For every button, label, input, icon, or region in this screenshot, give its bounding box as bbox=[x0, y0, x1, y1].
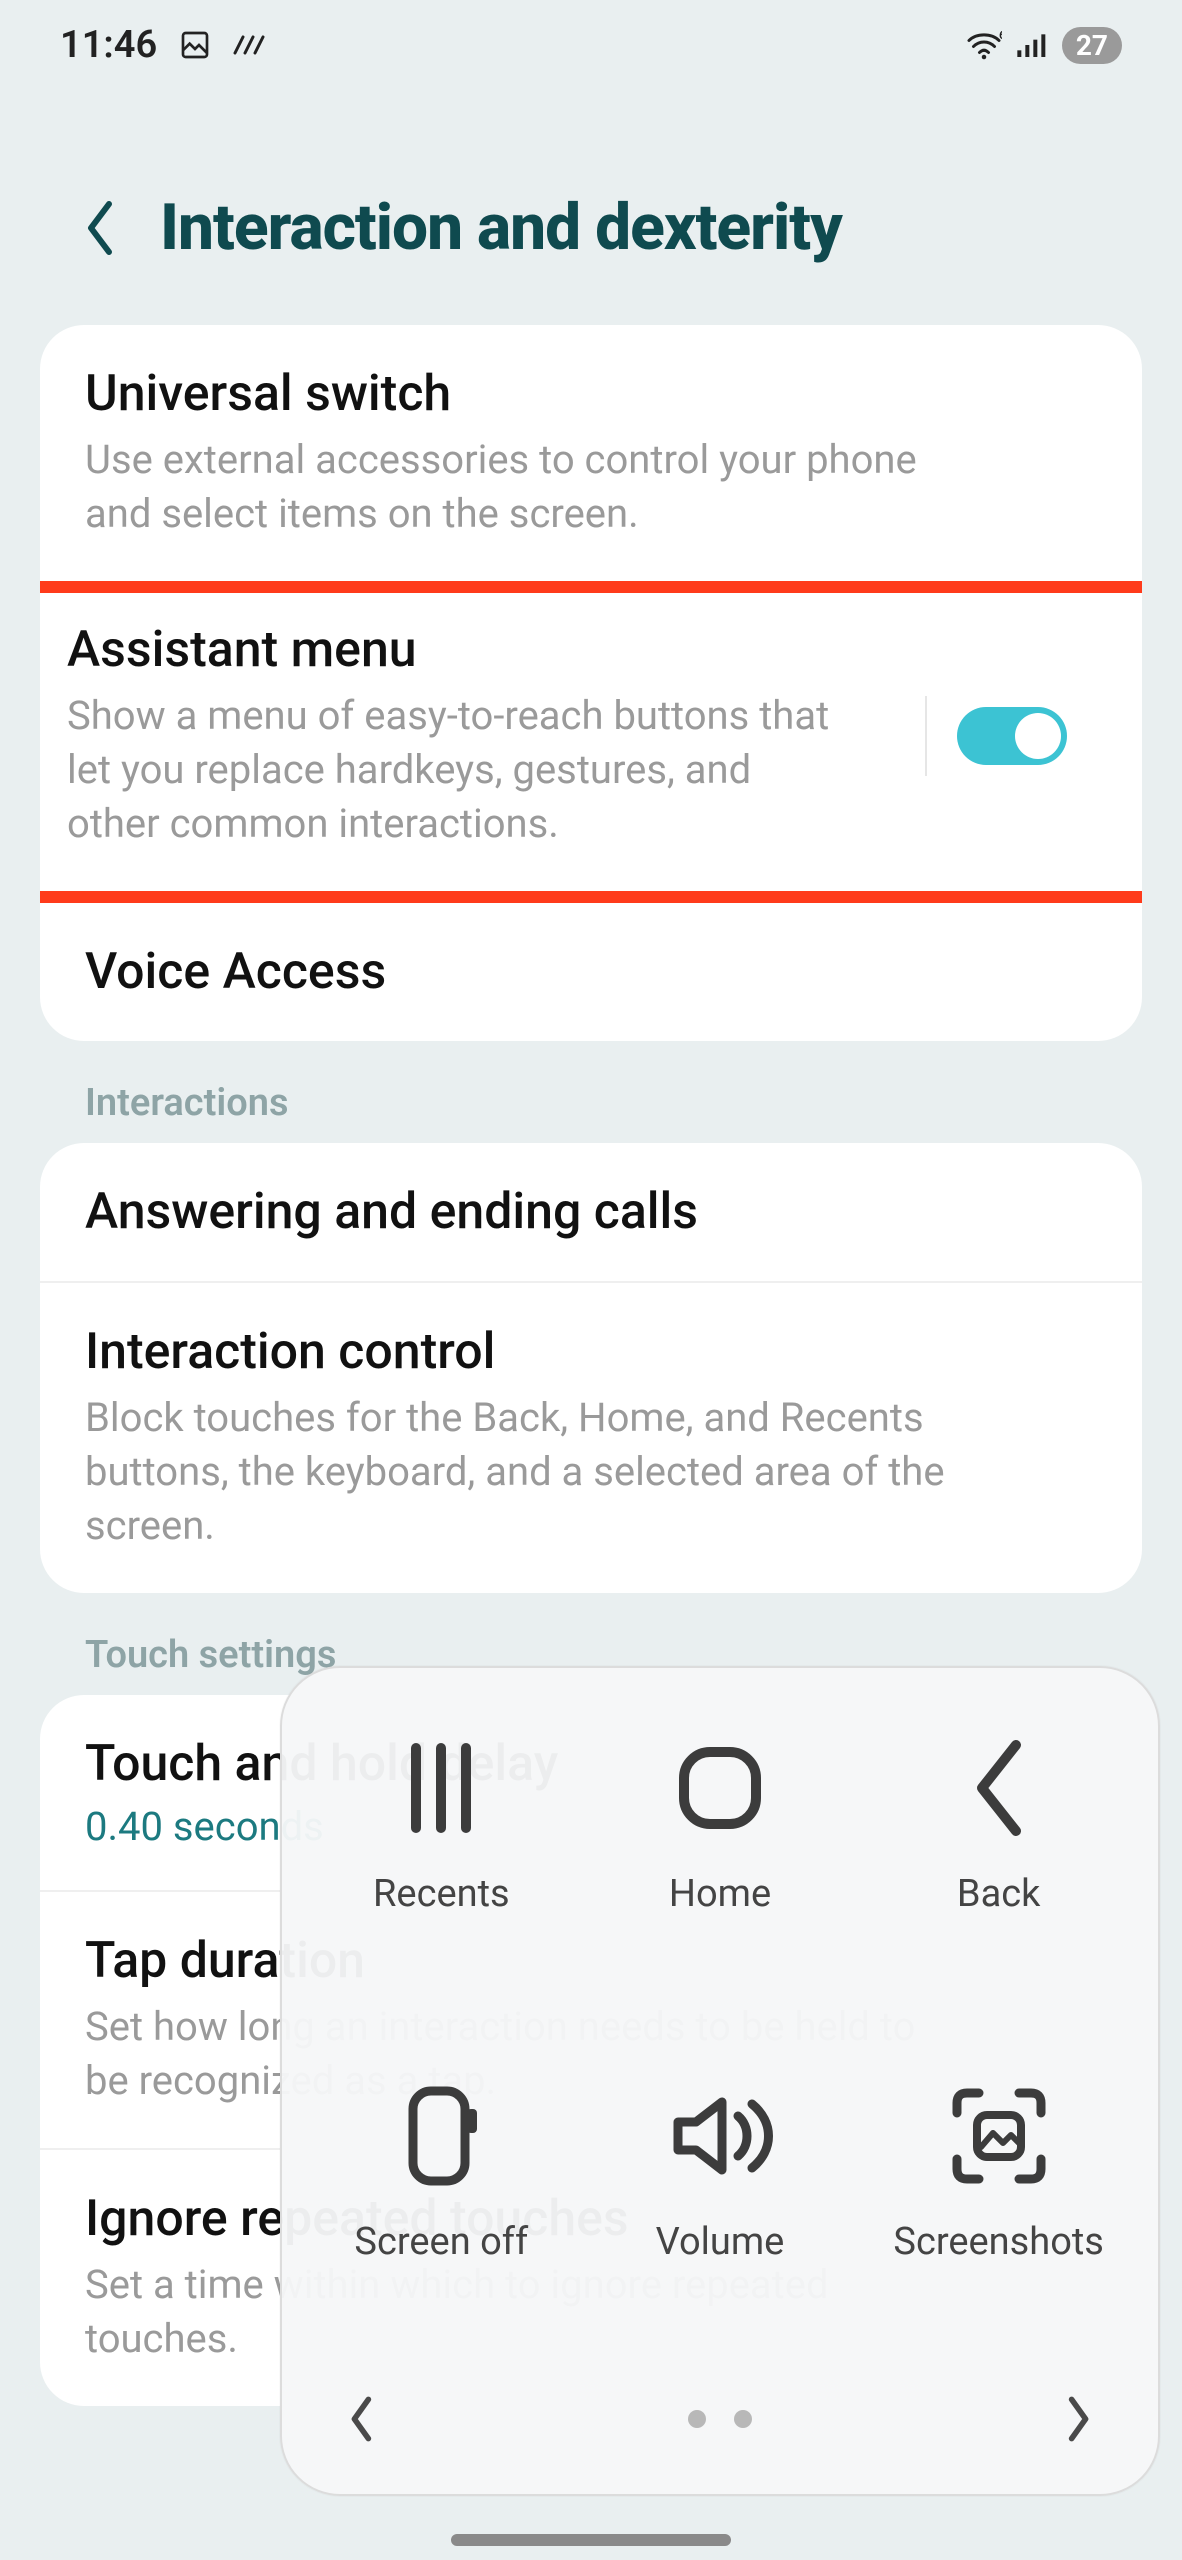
pager-dot bbox=[734, 2410, 752, 2428]
wifi-icon: 6 bbox=[966, 30, 1002, 60]
toggle-wrap bbox=[925, 696, 1067, 776]
screenshots-icon bbox=[939, 2076, 1059, 2196]
recents-icon bbox=[381, 1728, 501, 1848]
section-label-interactions: Interactions bbox=[85, 1081, 1182, 1125]
panel-label: Volume bbox=[656, 2220, 785, 2264]
panel-label: Recents bbox=[373, 1872, 510, 1916]
panel-item-screen-off[interactable]: Screen off bbox=[302, 2076, 581, 2384]
panel-item-screenshots[interactable]: Screenshots bbox=[859, 2076, 1138, 2384]
panel-item-back[interactable]: Back bbox=[859, 1728, 1138, 2036]
row-answering-calls[interactable]: Answering and ending calls bbox=[40, 1143, 1142, 1281]
pager-prev[interactable] bbox=[342, 2391, 378, 2447]
pager-dots bbox=[688, 2410, 752, 2428]
back-button[interactable] bbox=[80, 198, 120, 258]
row-desc: Show a menu of easy-to-reach buttons tha… bbox=[67, 689, 847, 851]
panel-item-home[interactable]: Home bbox=[581, 1728, 860, 2036]
notification-icon bbox=[233, 33, 267, 57]
status-bar: 11:46 6 27 bbox=[0, 0, 1182, 90]
pager-dot bbox=[688, 2410, 706, 2428]
status-time: 11:46 bbox=[60, 23, 157, 67]
page-header: Interaction and dexterity bbox=[0, 90, 1182, 325]
row-desc: Block touches for the Back, Home, and Re… bbox=[85, 1391, 955, 1553]
panel-item-volume[interactable]: Volume bbox=[581, 2076, 860, 2384]
panel-item-recents[interactable]: Recents bbox=[302, 1728, 581, 2036]
settings-card-2: Answering and ending calls Interaction c… bbox=[40, 1143, 1142, 1593]
pager-next[interactable] bbox=[1062, 2391, 1098, 2447]
divider bbox=[925, 696, 927, 776]
panel-pager bbox=[302, 2384, 1138, 2464]
row-title: Answering and ending calls bbox=[85, 1183, 1097, 1241]
page-title: Interaction and dexterity bbox=[160, 190, 842, 265]
row-voice-access[interactable]: Voice Access bbox=[40, 903, 1142, 1041]
row-title: Assistant menu bbox=[67, 621, 1115, 679]
assistant-menu-toggle[interactable] bbox=[957, 707, 1067, 765]
assistant-menu-panel[interactable]: Recents Home Back Screen off Volume bbox=[280, 1666, 1160, 2496]
panel-label: Screen off bbox=[354, 2220, 528, 2264]
row-interaction-control[interactable]: Interaction control Block touches for th… bbox=[40, 1281, 1142, 1593]
row-universal-switch[interactable]: Universal switch Use external accessorie… bbox=[40, 325, 1142, 581]
panel-label: Home bbox=[669, 1872, 771, 1916]
row-title: Interaction control bbox=[85, 1323, 1097, 1381]
screen-off-icon bbox=[381, 2076, 501, 2196]
volume-icon bbox=[660, 2076, 780, 2196]
nav-hint-bar[interactable] bbox=[451, 2534, 731, 2546]
row-desc: Use external accessories to control your… bbox=[85, 433, 955, 541]
panel-label: Back bbox=[957, 1872, 1041, 1916]
back-nav-icon bbox=[939, 1728, 1059, 1848]
row-assistant-menu-highlight: Assistant menu Show a menu of easy-to-re… bbox=[40, 581, 1142, 903]
signal-icon bbox=[1016, 31, 1048, 59]
battery-level: 27 bbox=[1062, 27, 1122, 64]
row-assistant-menu[interactable]: Assistant menu Show a menu of easy-to-re… bbox=[67, 621, 1115, 851]
row-title: Voice Access bbox=[85, 943, 1097, 1001]
home-icon bbox=[660, 1728, 780, 1848]
panel-grid: Recents Home Back Screen off Volume bbox=[302, 1728, 1138, 2384]
svg-text:6: 6 bbox=[999, 30, 1002, 42]
row-title: Universal switch bbox=[85, 365, 1097, 423]
panel-label: Screenshots bbox=[893, 2220, 1104, 2264]
gallery-icon bbox=[179, 29, 211, 61]
settings-card-1: Universal switch Use external accessorie… bbox=[40, 325, 1142, 1041]
